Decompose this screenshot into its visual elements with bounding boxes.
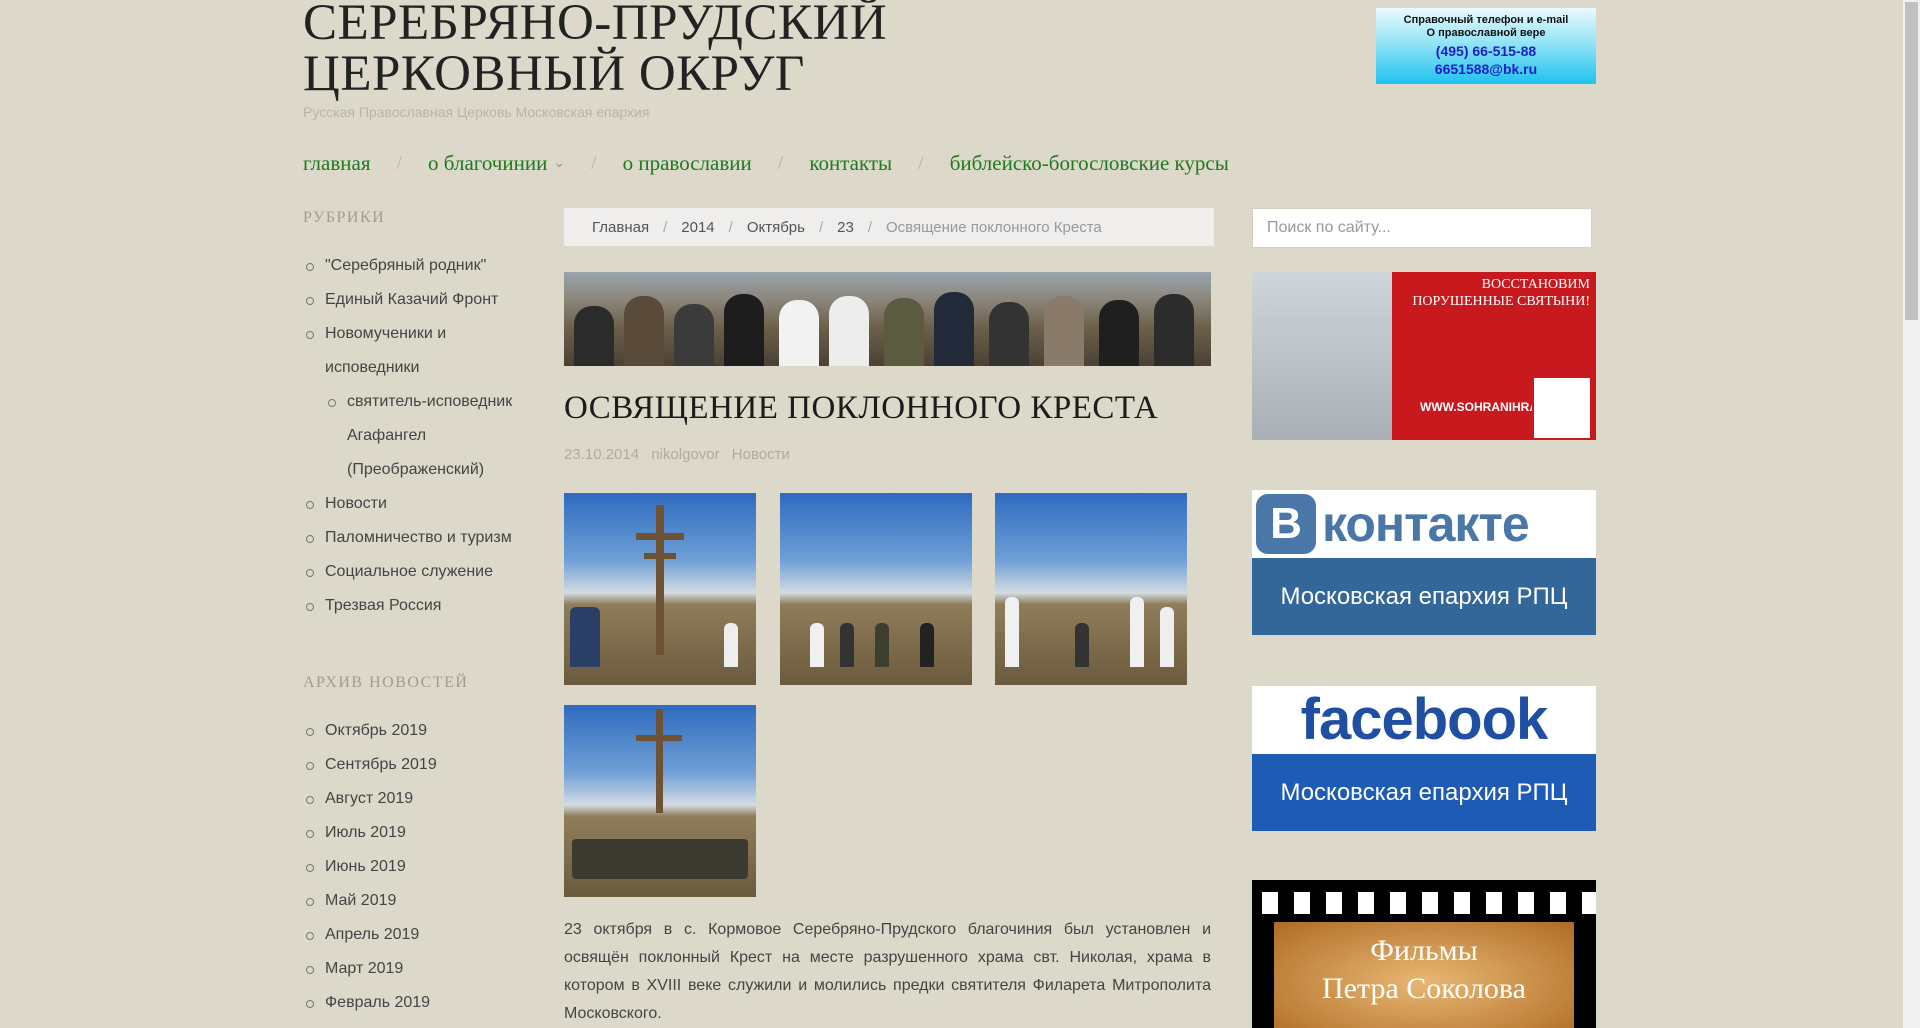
rubric-item[interactable]: Новомученики и исповедники [303, 317, 533, 385]
nav-item-contacts[interactable]: контакты [809, 151, 892, 176]
phone-banner[interactable]: Справочный телефон и e-mail О православн… [1376, 8, 1596, 84]
phone-banner-line1: Справочный телефон и e-mail [1403, 14, 1569, 26]
site-title[interactable]: СЕРЕБРЯНО-ПРУДСКИЙ ЦЕРКОВНЫЙ ОКРУГ [303, 0, 1003, 100]
films-line2: Петра Соколова [1322, 972, 1526, 1005]
restore-shrines-banner[interactable]: ВОССТАНОВИМ ПОРУШЕННЫЕ СВЯТЫНИ! WWW.SOHR… [1252, 272, 1596, 440]
site-description: Русская Православная Церковь Московская … [303, 104, 650, 120]
archive-item[interactable]: Октябрь 2019 [303, 714, 533, 748]
archive-item[interactable]: Июль 2019 [303, 816, 533, 850]
archive-item[interactable]: Март 2019 [303, 952, 533, 986]
film-strip-icon [1252, 892, 1596, 914]
archive-item[interactable]: Июнь 2019 [303, 850, 533, 884]
nav-separator: / [777, 152, 784, 174]
gallery-photo[interactable] [564, 493, 756, 685]
breadcrumb-day[interactable]: 23 [837, 219, 854, 236]
rubrics-title: РУБРИКИ [303, 209, 386, 226]
films-line1: Фильмы [1370, 934, 1478, 967]
post-category[interactable]: Новости [732, 446, 790, 463]
breadcrumb-current: Освящение поклонного Креста [885, 218, 1102, 236]
films-banner-text: Фильмы Петра Соколова [1274, 922, 1574, 1028]
rubric-item[interactable]: Социальное служение [303, 555, 533, 589]
nav-separator: / [918, 152, 924, 174]
chevron-down-icon[interactable]: ⌄ [553, 155, 565, 172]
archive-title: АРХИВ НОВОСТЕЙ [303, 674, 469, 691]
archive-item[interactable]: Май 2019 [303, 884, 533, 918]
vk-wordmark: контакте [1322, 496, 1530, 552]
facebook-caption: Московская епархия РПЦ [1252, 754, 1596, 831]
gallery-photo[interactable] [995, 493, 1187, 685]
vk-caption: Московская епархия РПЦ [1252, 558, 1596, 635]
restore-shrines-text: ВОССТАНОВИМ ПОРУШЕННЫЕ СВЯТЫНИ! [1412, 277, 1590, 309]
post-date[interactable]: 23.10.2014 [564, 446, 639, 463]
phone-number: (495) 66-515-88 [1435, 43, 1537, 59]
breadcrumb-separator: / [663, 218, 668, 236]
site-title-line2[interactable]: ЦЕРКОВНЫЙ ОКРУГ [303, 49, 1003, 100]
nav-separator: / [591, 152, 597, 174]
main-nav: главная / о благочинии ⌄ / о православии… [303, 151, 1229, 176]
breadcrumb-year[interactable]: 2014 [681, 219, 714, 236]
breadcrumb: Главная / 2014 / Октябрь / 23 / Освящени… [564, 208, 1214, 246]
foundation-logo-icon [1532, 376, 1592, 440]
nav-item-orthodoxy[interactable]: о православии [623, 151, 752, 176]
phone-banner-line2: О православной вере [1426, 27, 1546, 39]
rubric-item[interactable]: Новости [303, 487, 533, 521]
facebook-banner[interactable]: facebook Московская епархия РПЦ [1252, 686, 1596, 831]
vk-logo: B контакте [1252, 490, 1596, 558]
page-scrollbar[interactable] [1903, 0, 1920, 1028]
nav-item-about[interactable]: о благочинии [428, 151, 547, 176]
metropolitan-photo [1252, 272, 1392, 440]
breadcrumb-separator: / [867, 218, 872, 236]
site-title-line1[interactable]: СЕРЕБРЯНО-ПРУДСКИЙ [303, 0, 1003, 49]
gallery-photo[interactable] [780, 493, 972, 685]
search-input[interactable] [1252, 208, 1592, 248]
nav-item-courses[interactable]: библейско-богословские курсы [950, 151, 1229, 176]
rubric-subitem[interactable]: святитель-исповедник Агафангел (Преображ… [303, 385, 533, 487]
facebook-wordmark: facebook [1252, 686, 1596, 754]
archive-item[interactable]: Февраль 2019 [303, 986, 533, 1020]
archive-list: Октябрь 2019 Сентябрь 2019 Август 2019 И… [303, 714, 533, 1020]
films-banner[interactable]: Фильмы Петра Соколова [1252, 880, 1596, 1028]
nav-separator: / [396, 152, 403, 174]
post-meta: 23.10.2014 nikolgovor Новости [564, 446, 798, 463]
vk-b-icon: B [1256, 494, 1316, 554]
breadcrumb-home[interactable]: Главная [592, 219, 649, 236]
post-author[interactable]: nikolgovor [651, 446, 719, 463]
rubrics-list: "Серебряный родник" Единый Казачий Фронт… [303, 249, 533, 623]
breadcrumb-month[interactable]: Октябрь [747, 219, 805, 236]
nav-item-home[interactable]: главная [303, 151, 370, 176]
page: СЕРЕБРЯНО-ПРУДСКИЙ ЦЕРКОВНЫЙ ОКРУГ Русск… [0, 0, 1920, 1028]
post-banner-image [564, 272, 1211, 366]
vk-banner[interactable]: B контакте Московская епархия РПЦ [1252, 490, 1596, 635]
contact-email: 6651588@bk.ru [1434, 61, 1538, 77]
post-body: 23 октября в с. Кормовое Серебряно-Прудс… [564, 921, 1211, 1022]
archive-item[interactable]: Сентябрь 2019 [303, 748, 533, 782]
scrollbar-thumb[interactable] [1905, 2, 1918, 320]
archive-item[interactable]: Август 2019 [303, 782, 533, 816]
archive-item[interactable]: Апрель 2019 [303, 918, 533, 952]
breadcrumb-separator: / [728, 218, 733, 236]
breadcrumb-separator: / [818, 218, 824, 236]
gallery-photo[interactable] [564, 705, 756, 897]
rubric-item[interactable]: Паломничество и туризм [303, 521, 533, 555]
rubric-item[interactable]: "Серебряный родник" [303, 249, 533, 283]
post-title: ОСВЯЩЕНИЕ ПОКЛОННОГО КРЕСТА [564, 390, 1159, 426]
rubric-item[interactable]: Единый Казачий Фронт [303, 283, 533, 317]
rubric-item[interactable]: Трезвая Россия [303, 589, 533, 623]
